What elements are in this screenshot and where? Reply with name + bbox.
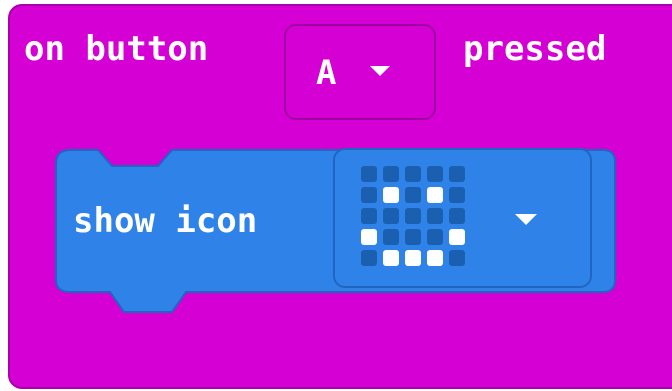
led-pixel	[427, 208, 443, 224]
blocks-workspace: on button A pressed show icon	[0, 0, 672, 391]
happy-face-icon	[361, 166, 465, 266]
led-pixel	[383, 229, 399, 245]
led-pixel	[383, 250, 399, 266]
led-pixel	[427, 187, 443, 203]
led-pixel	[405, 166, 421, 182]
led-pixel	[405, 229, 421, 245]
led-pixel	[383, 187, 399, 203]
led-pixel	[383, 208, 399, 224]
led-pixel	[405, 208, 421, 224]
led-pixel	[361, 250, 377, 266]
led-pixel	[427, 250, 443, 266]
show-icon-label: show icon	[73, 201, 258, 241]
led-pixel	[405, 250, 421, 266]
led-pixel	[449, 166, 465, 182]
led-pixel	[449, 187, 465, 203]
led-pixel	[361, 208, 377, 224]
led-pixel	[361, 166, 377, 182]
led-pixel	[405, 187, 421, 203]
led-pixel	[449, 250, 465, 266]
led-pixel	[449, 208, 465, 224]
led-pixel	[449, 229, 465, 245]
led-pixel	[383, 166, 399, 182]
led-pixel	[427, 229, 443, 245]
led-pixel	[361, 187, 377, 203]
led-pixel	[427, 166, 443, 182]
icon-select-dropdown[interactable]	[333, 148, 592, 288]
led-pixel	[361, 229, 377, 245]
chevron-down-icon	[515, 214, 537, 225]
